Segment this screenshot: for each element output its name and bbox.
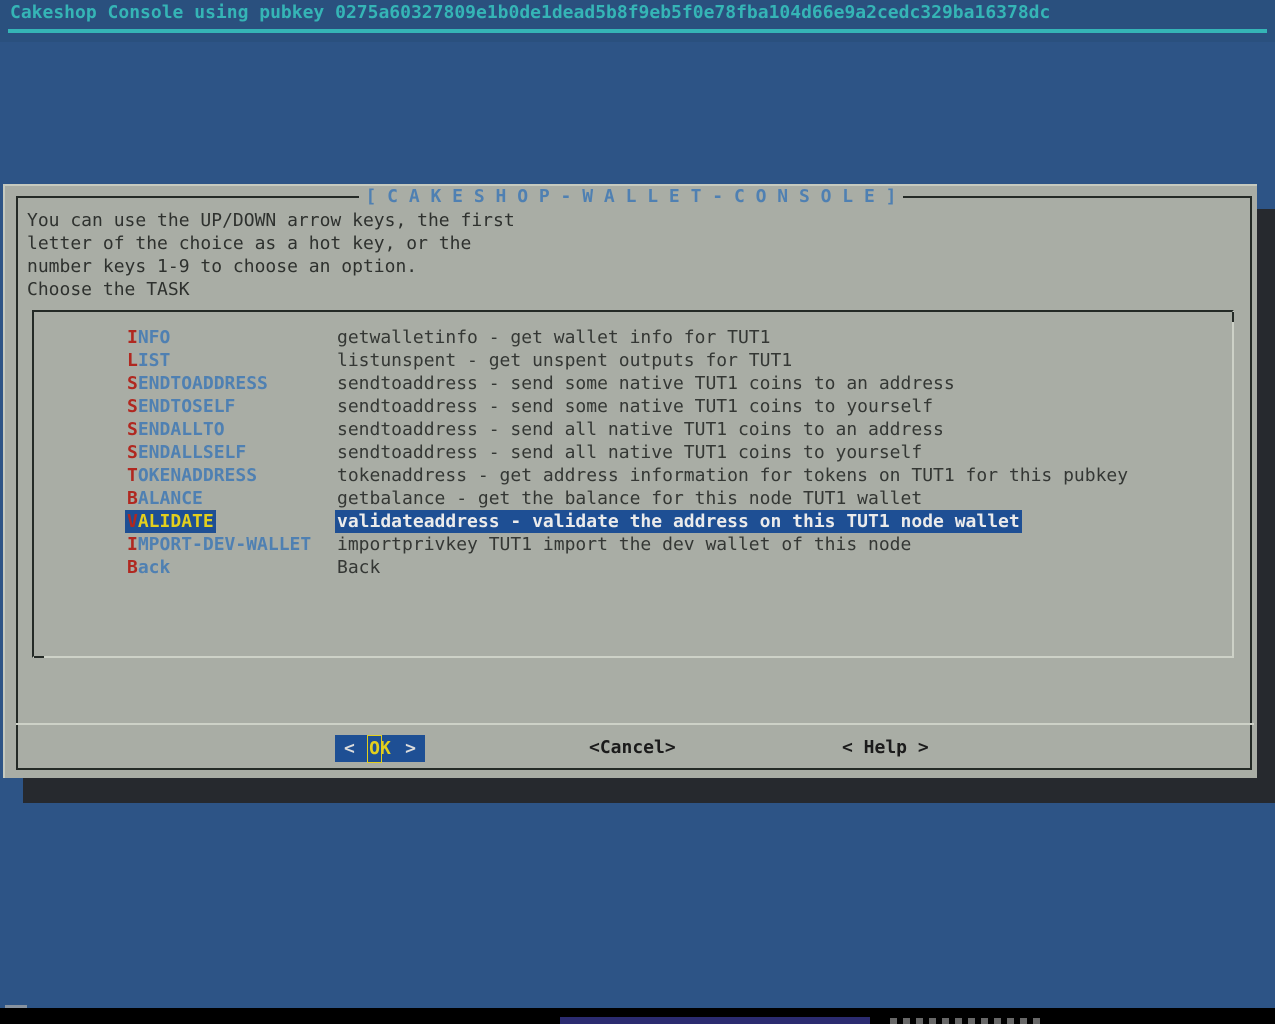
menu-item-back[interactable]: Back Back <box>34 556 1232 579</box>
ok-left-arrow: < <box>344 738 355 759</box>
menu-item-description: sendtoaddress - send some native TUT1 co… <box>335 395 935 418</box>
listbox-corner-bottom-left <box>34 656 44 658</box>
menu-item-sendtoself[interactable]: SENDTOSELF sendtoaddress - send some nat… <box>34 395 1232 418</box>
menu-item-description: sendtoaddress - send all native TUT1 coi… <box>335 441 924 464</box>
menu-item-info[interactable]: INFO getwalletinfo - get wallet info for… <box>34 326 1232 349</box>
menu-item-tag: Back <box>125 556 172 579</box>
menu-item-description: listunspent - get unspent outputs for TU… <box>335 349 794 372</box>
menu-item-description: importprivkey TUT1 import the dev wallet… <box>335 533 913 556</box>
dialog-title: [ C A K E S H O P - W A L L E T - C O N … <box>5 186 1257 207</box>
menu-item-tag: LIST <box>125 349 172 372</box>
terminal-title-bar: Cakeshop Console using pubkey 0275a60327… <box>0 0 1275 42</box>
menu-item-tag: SENDTOADDRESS <box>125 372 270 395</box>
menu-item-description: getwalletinfo - get wallet info for TUT1 <box>335 326 772 349</box>
wallet-console-dialog: [ C A K E S H O P - W A L L E T - C O N … <box>3 184 1257 778</box>
menu-item-balance[interactable]: BALANCE getbalance - get the balance for… <box>34 487 1232 510</box>
menu-item-tokenaddress[interactable]: TOKENADDRESS tokenaddress - get address … <box>34 464 1232 487</box>
taskbar-glyphs-cutoff <box>890 1018 1042 1024</box>
menu-item-tag: SENDALLSELF <box>125 441 248 464</box>
menu-item-tag: SENDALLTO <box>125 418 227 441</box>
cancel-button[interactable]: <Cancel> <box>589 737 676 758</box>
menu-item-tag: BALANCE <box>125 487 205 510</box>
terminal-title: Cakeshop Console using pubkey 0275a60327… <box>10 2 1050 23</box>
menu-item-sendallto[interactable]: SENDALLTO sendtoaddress - send all nativ… <box>34 418 1232 441</box>
task-menu: INFO getwalletinfo - get wallet info for… <box>32 310 1234 658</box>
hotkey-letter: S <box>127 442 138 463</box>
listbox-corner-top-right <box>1232 312 1234 322</box>
hotkey-letter: T <box>127 465 138 486</box>
menu-item-import-dev-wallet[interactable]: IMPORT-DEV-WALLET importprivkey TUT1 imp… <box>34 533 1232 556</box>
hotkey-letter: L <box>127 350 138 371</box>
hotkey-letter: V <box>127 511 138 532</box>
menu-item-description: getbalance - get the balance for this no… <box>335 487 924 510</box>
menu-item-list[interactable]: LIST listunspent - get unspent outputs f… <box>34 349 1232 372</box>
taskbar-segment <box>560 1017 870 1024</box>
help-button[interactable]: < Help > <box>842 737 929 758</box>
menu-item-sendallself[interactable]: SENDALLSELF sendtoaddress - send all nat… <box>34 441 1232 464</box>
hotkey-letter: I <box>127 534 138 555</box>
dialog-instructions: You can use the UP/DOWN arrow keys, the … <box>27 209 515 301</box>
menu-item-tag: IMPORT-DEV-WALLET <box>125 533 313 556</box>
button-row: < OK > <Cancel> < Help > <box>5 735 1257 762</box>
ok-button[interactable]: < OK > <box>335 735 425 762</box>
menu-list: INFO getwalletinfo - get wallet info for… <box>34 326 1232 579</box>
menu-item-description: sendtoaddress - send some native TUT1 co… <box>335 372 957 395</box>
hotkey-letter: B <box>127 557 138 578</box>
bottom-taskbar-cutoff <box>0 1008 1275 1024</box>
text-cursor: O <box>369 738 380 759</box>
hotkey-letter: S <box>127 396 138 417</box>
menu-item-validate[interactable]: VALIDATE validateaddress - validate the … <box>34 510 1232 533</box>
ok-label: OK <box>369 738 391 759</box>
button-separator <box>16 723 1254 725</box>
title-underline <box>8 29 1267 33</box>
hotkey-letter: S <box>127 373 138 394</box>
menu-item-description: Back <box>335 556 382 579</box>
hotkey-letter: I <box>127 327 138 348</box>
dialog-shadow-right <box>1257 209 1275 803</box>
terminal-screen: Cakeshop Console using pubkey 0275a60327… <box>0 0 1275 1024</box>
menu-item-tag: SENDTOSELF <box>125 395 237 418</box>
menu-item-tag: TOKENADDRESS <box>125 464 259 487</box>
hotkey-letter: S <box>127 419 138 440</box>
menu-item-description: sendtoaddress - send all native TUT1 coi… <box>335 418 946 441</box>
dialog-shadow-bottom <box>23 778 1275 803</box>
menu-item-tag: INFO <box>125 326 172 349</box>
menu-item-sendtoaddress[interactable]: SENDTOADDRESS sendtoaddress - send some … <box>34 372 1232 395</box>
menu-item-tag: VALIDATE <box>125 510 216 533</box>
menu-item-description: tokenaddress - get address information f… <box>335 464 1130 487</box>
ok-right-arrow: > <box>405 738 416 759</box>
hotkey-letter: B <box>127 488 138 509</box>
menu-item-description: validateaddress - validate the address o… <box>335 510 1022 533</box>
